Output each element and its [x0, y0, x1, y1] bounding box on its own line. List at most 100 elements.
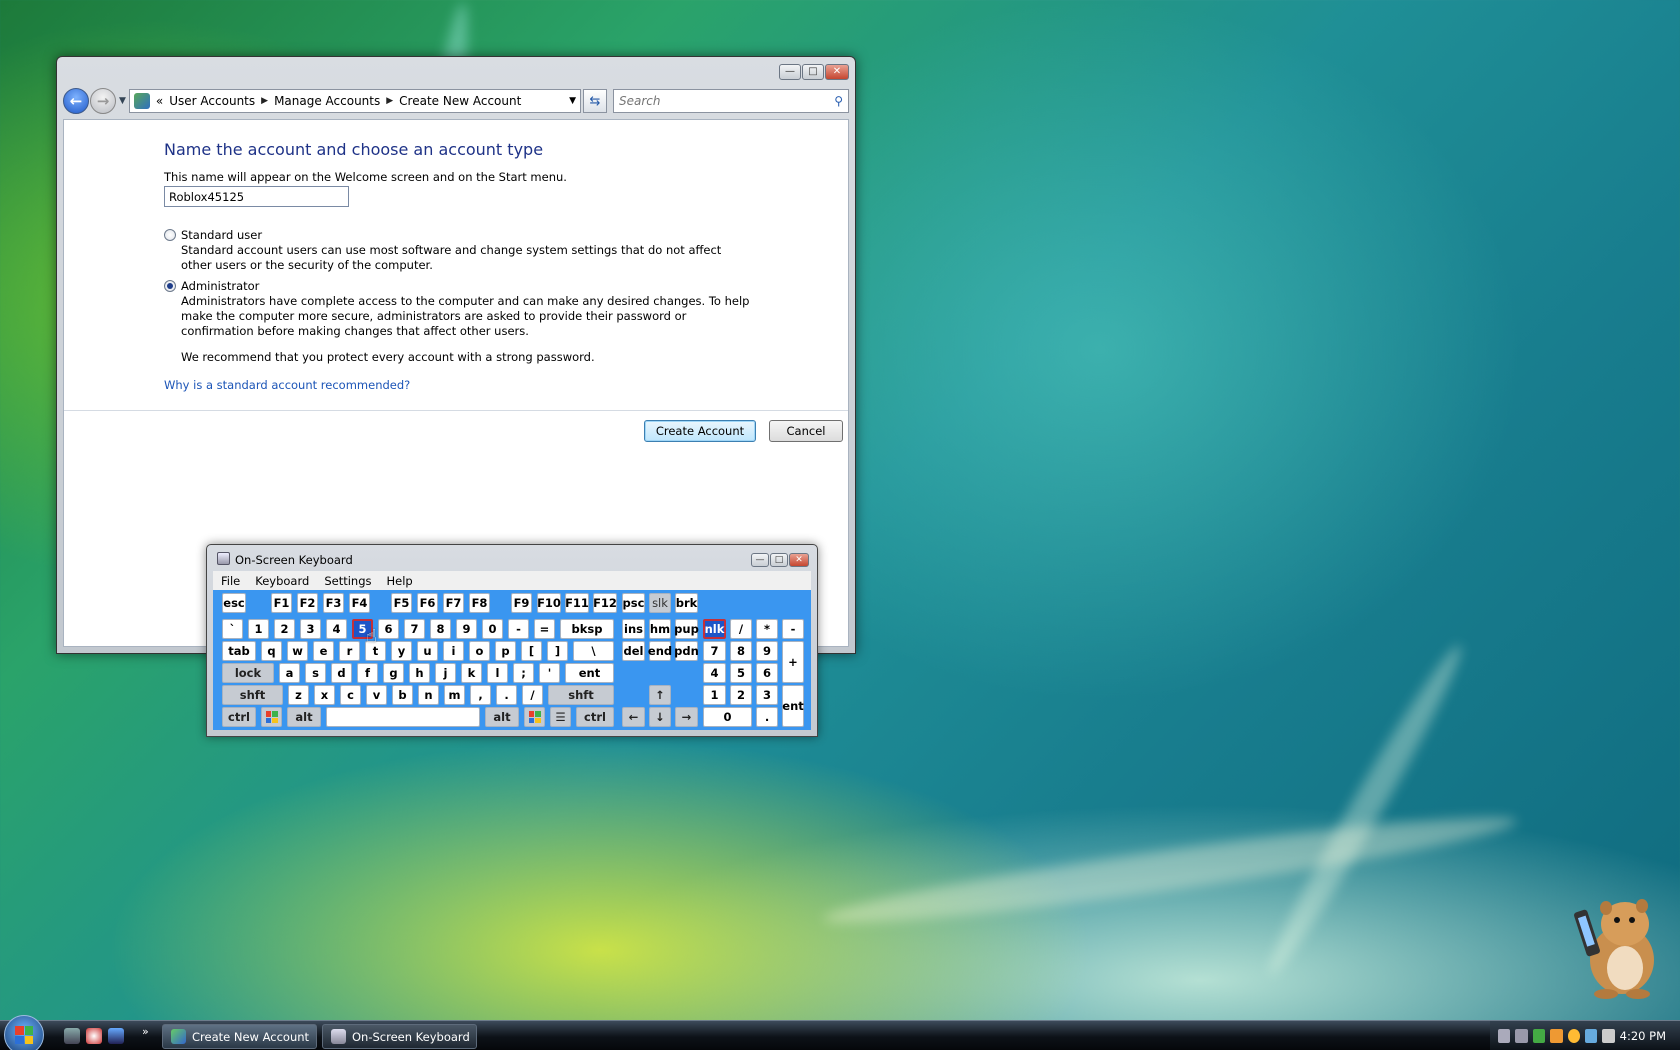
key-num-1[interactable]: 1 [703, 685, 726, 705]
maximize-button[interactable]: □ [802, 64, 824, 80]
search-box[interactable]: ⚲ [613, 89, 849, 113]
key-m[interactable]: m [444, 685, 465, 705]
key-7[interactable]: 7 [404, 619, 425, 639]
key-del[interactable]: del [622, 641, 645, 661]
key-r[interactable]: r [339, 641, 360, 661]
administrator-label[interactable]: Administrator [181, 279, 259, 293]
key-f3[interactable]: F3 [323, 593, 344, 613]
volume-muted-icon[interactable] [1602, 1029, 1615, 1043]
key-right-ctrl[interactable]: ctrl [576, 707, 614, 727]
key-l[interactable]: l [487, 663, 508, 683]
key-tab[interactable]: tab [222, 641, 256, 661]
key-psc[interactable]: psc [622, 593, 645, 613]
key-6[interactable]: 6 [378, 619, 399, 639]
network-icon[interactable] [1584, 1029, 1598, 1043]
key-up-arrow[interactable]: ↑ [649, 685, 671, 705]
key-backtick[interactable]: ` [222, 619, 243, 639]
back-button[interactable]: ← [63, 88, 89, 114]
osk-minimize-button[interactable]: — [751, 553, 769, 567]
administrator-radio[interactable] [164, 280, 176, 292]
keyboard-icon[interactable] [1498, 1029, 1511, 1043]
key-num-divide[interactable]: / [730, 619, 752, 639]
key-p[interactable]: p [495, 641, 516, 661]
key-right-shift[interactable]: shft [548, 685, 614, 705]
key-f4[interactable]: F4 [349, 593, 370, 613]
refresh-button[interactable]: ⇆ [583, 89, 607, 113]
key-pdn[interactable]: pdn [674, 641, 699, 661]
key-8[interactable]: 8 [430, 619, 451, 639]
standard-user-option[interactable]: Standard user [164, 228, 262, 242]
key-quote[interactable]: ' [539, 663, 560, 683]
key-hm[interactable]: hm [649, 619, 671, 639]
key-numlock[interactable]: nlk [703, 619, 726, 639]
key-num-enter[interactable]: ent [782, 685, 804, 727]
recent-pages-dropdown[interactable]: ▼ [119, 96, 126, 106]
key-j[interactable]: j [435, 663, 456, 683]
key-slk[interactable]: slk [649, 593, 671, 613]
key-q[interactable]: q [261, 641, 282, 661]
key-num-6[interactable]: 6 [756, 663, 778, 683]
warning-icon[interactable] [1550, 1029, 1563, 1043]
key-n[interactable]: n [418, 685, 439, 705]
key-c[interactable]: c [340, 685, 361, 705]
show-desktop-icon[interactable] [108, 1028, 124, 1044]
key-menu[interactable]: ☰ [550, 707, 571, 727]
key-comma[interactable]: , [470, 685, 491, 705]
taskbar-create-new-account[interactable]: Create New Account [162, 1024, 317, 1049]
key-esc[interactable]: esc [222, 593, 246, 613]
key-f2[interactable]: F2 [297, 593, 318, 613]
menu-file[interactable]: File [221, 574, 240, 588]
key-left-shift[interactable]: shft [222, 685, 283, 705]
key-3[interactable]: 3 [300, 619, 321, 639]
why-standard-link[interactable]: Why is a standard account recommended? [164, 378, 410, 392]
key-a[interactable]: a [279, 663, 300, 683]
key-h[interactable]: h [409, 663, 430, 683]
key-semicolon[interactable]: ; [513, 663, 534, 683]
key-minus[interactable]: - [508, 619, 529, 639]
key-w[interactable]: w [287, 641, 308, 661]
search-icon[interactable]: ⚲ [834, 94, 843, 108]
administrator-option[interactable]: Administrator [164, 279, 259, 293]
key-f12[interactable]: F12 [593, 593, 617, 613]
osk-maximize-button[interactable]: □ [770, 553, 788, 567]
standard-user-label[interactable]: Standard user [181, 228, 262, 242]
start-button[interactable] [4, 1015, 44, 1050]
key-space[interactable] [326, 707, 480, 727]
key-pup[interactable]: pup [674, 619, 699, 639]
key-f8[interactable]: F8 [469, 593, 490, 613]
key-right-win[interactable] [524, 707, 545, 727]
key-num-0[interactable]: 0 [703, 707, 752, 727]
breadcrumb-overflow[interactable]: « [156, 94, 163, 108]
key-brk[interactable]: brk [675, 593, 698, 613]
cancel-button[interactable]: Cancel [769, 420, 843, 442]
key-b[interactable]: b [392, 685, 413, 705]
account-name-input[interactable] [164, 186, 349, 207]
switch-windows-icon[interactable] [64, 1028, 80, 1044]
osk-close-button[interactable]: ✕ [789, 553, 809, 567]
key-u[interactable]: u [417, 641, 438, 661]
key-f1[interactable]: F1 [271, 593, 292, 613]
breadcrumb-create-new-account[interactable]: Create New Account [399, 94, 521, 108]
key-num-5[interactable]: 5 [730, 663, 752, 683]
key-num-4[interactable]: 4 [703, 663, 726, 683]
key-slash[interactable]: / [522, 685, 543, 705]
breadcrumb-manage-accounts[interactable]: Manage Accounts [274, 94, 380, 108]
key-left-ctrl[interactable]: ctrl [222, 707, 256, 727]
key-2[interactable]: 2 [274, 619, 295, 639]
key-left-arrow[interactable]: ← [622, 707, 645, 727]
key-f7[interactable]: F7 [443, 593, 464, 613]
key-f9[interactable]: F9 [511, 593, 532, 613]
key-y[interactable]: y [391, 641, 412, 661]
key-f[interactable]: f [357, 663, 378, 683]
chevron-down-icon[interactable]: ▼ [569, 96, 576, 106]
security-icon[interactable] [1532, 1029, 1546, 1043]
key-end[interactable]: end [648, 641, 672, 661]
key-num-multiply[interactable]: * [756, 619, 778, 639]
key-f10[interactable]: F10 [537, 593, 561, 613]
key-enter[interactable]: ent [565, 663, 614, 683]
menu-settings[interactable]: Settings [324, 574, 371, 588]
key-i[interactable]: i [443, 641, 464, 661]
key-right-arrow[interactable]: → [675, 707, 698, 727]
key-num-3[interactable]: 3 [756, 685, 778, 705]
chevron-right-icon[interactable]: ▶ [386, 96, 393, 106]
